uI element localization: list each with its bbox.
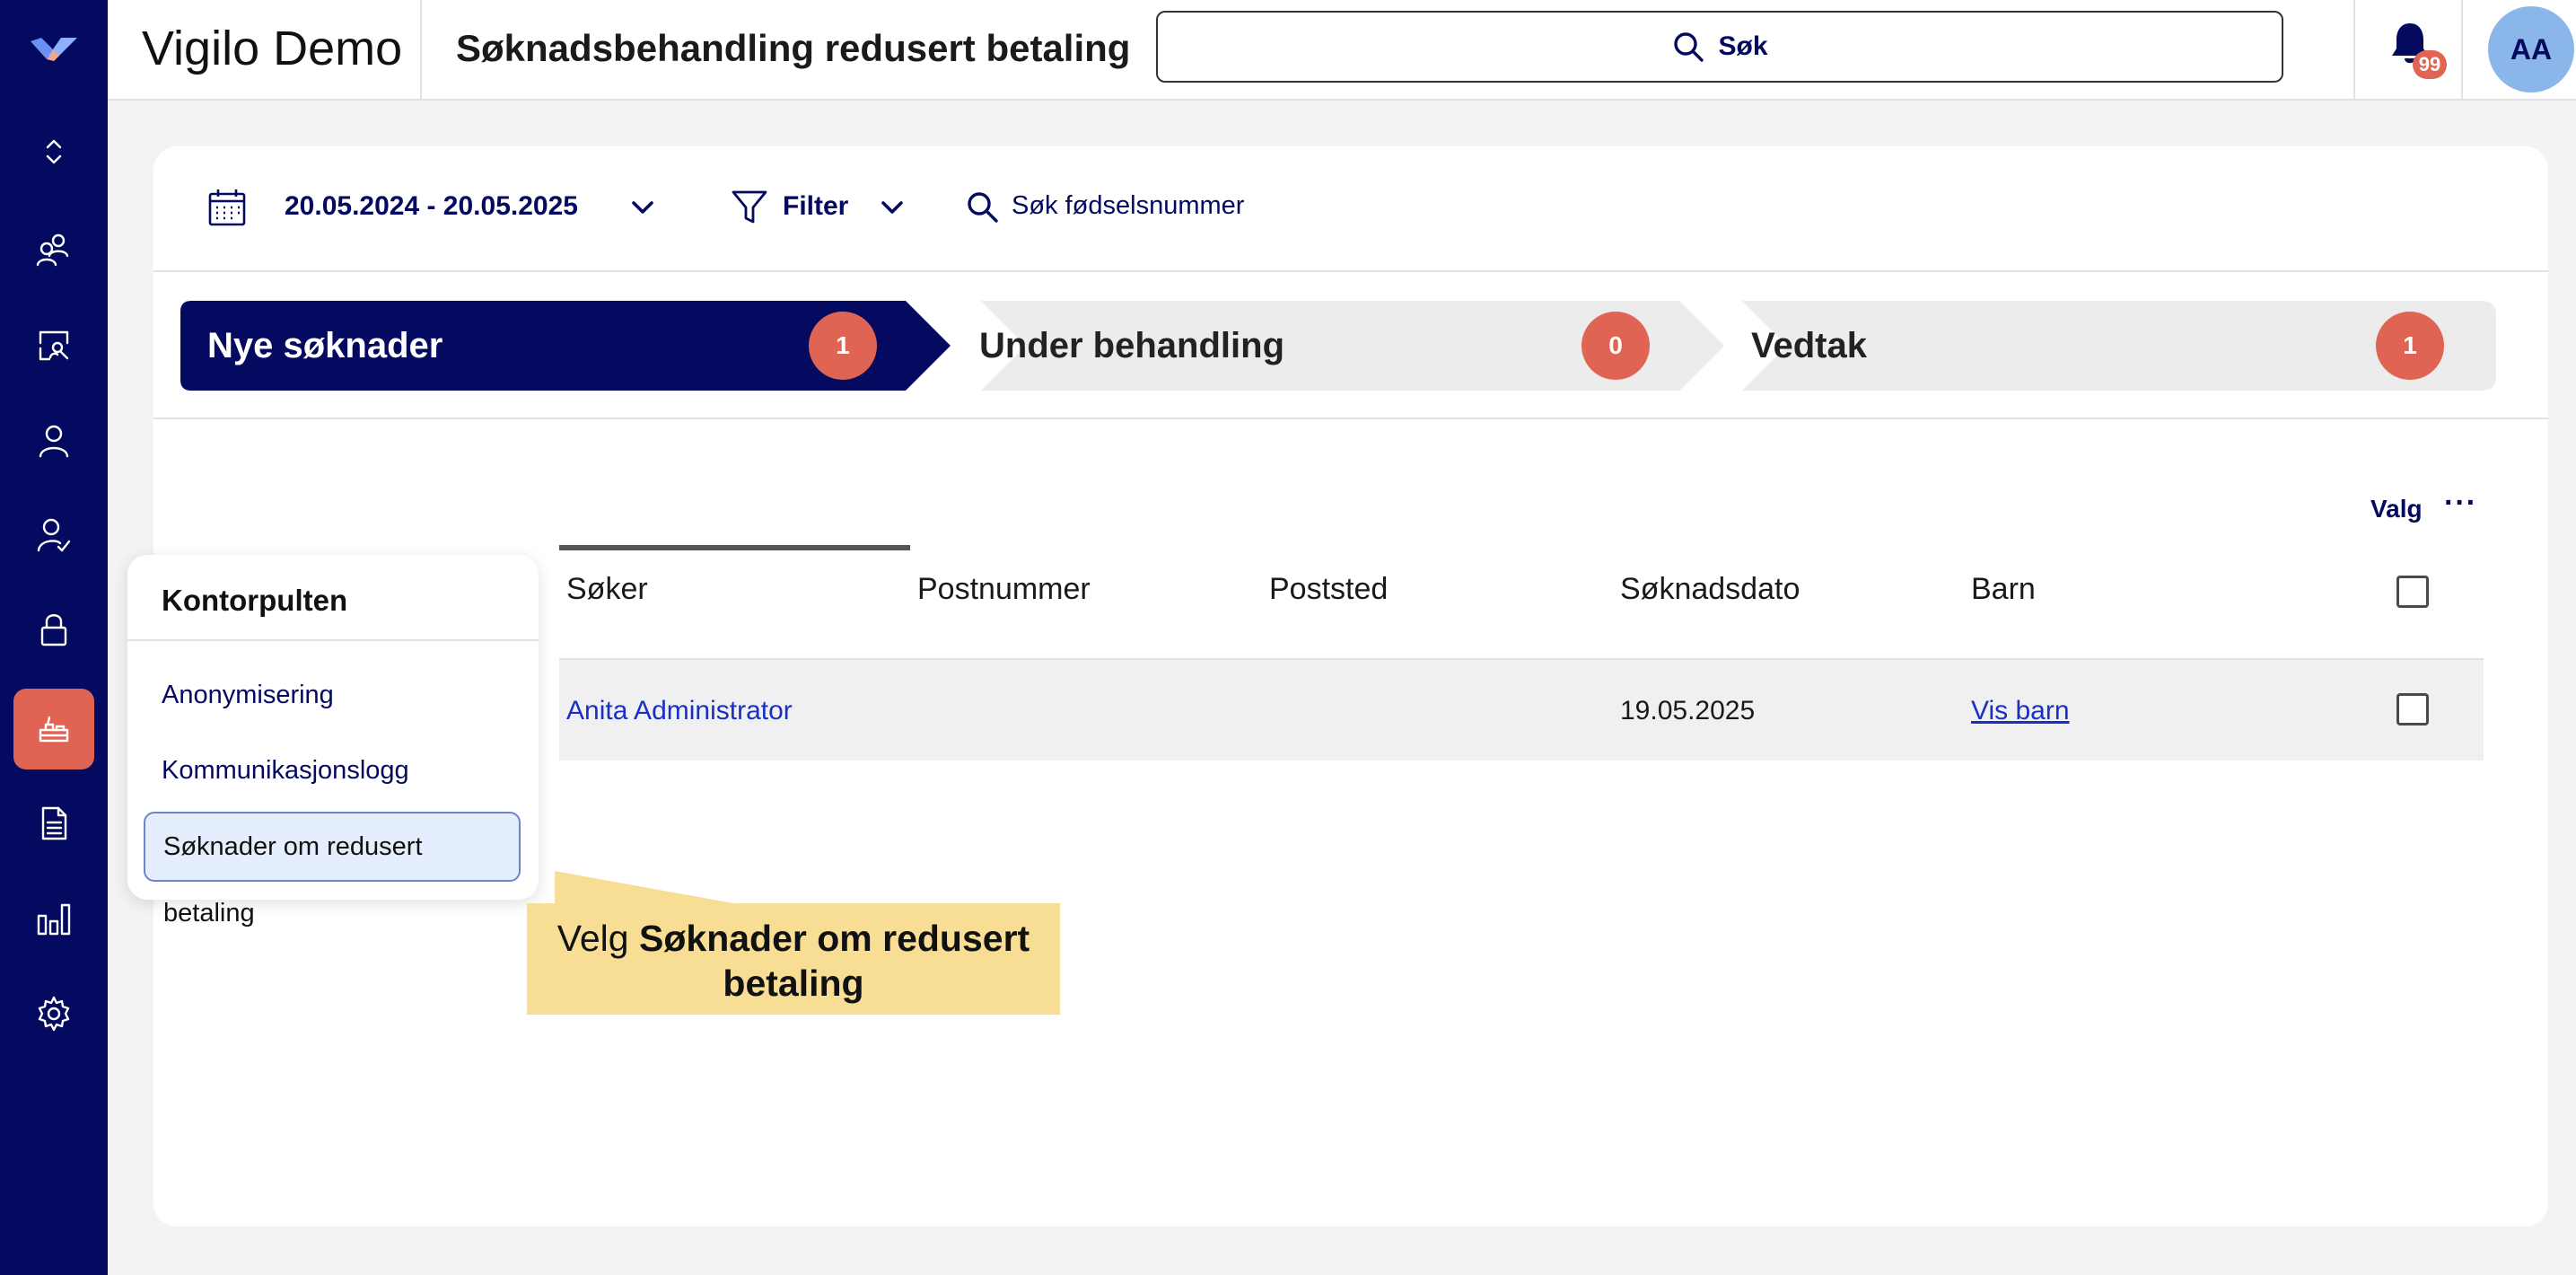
- logo-icon: [31, 38, 77, 61]
- filter-label[interactable]: Filter: [783, 191, 848, 222]
- notification-count-badge: 99: [2413, 50, 2447, 79]
- desk-icon: [39, 716, 69, 743]
- column-header-barn[interactable]: Barn: [1971, 558, 2036, 620]
- callout-pointer: [555, 871, 743, 905]
- callout-prefix: Velg: [556, 918, 639, 959]
- step-under-behandling[interactable]: Under behandling 0: [970, 301, 1742, 391]
- status-steps: Nye søknader 1 Under behandling 0 Vedtak…: [180, 301, 2496, 391]
- column-header-poststed[interactable]: Poststed: [1269, 558, 1388, 620]
- sidebar-item-person-check[interactable]: [13, 495, 94, 576]
- sidebar-item-kontorpulten[interactable]: [13, 689, 94, 769]
- search-icon: [968, 192, 998, 223]
- notifications-button[interactable]: 99: [2388, 20, 2450, 83]
- sidebar-item-person[interactable]: [13, 400, 94, 481]
- sidebar-item-lock[interactable]: [13, 589, 94, 670]
- divider: [127, 639, 539, 641]
- soker-link[interactable]: Anita Administrator: [566, 660, 793, 762]
- divider: [420, 0, 422, 101]
- sidebar-item-documents[interactable]: [13, 783, 94, 864]
- divider: [153, 418, 2548, 419]
- fodselsnummer-search-label[interactable]: Søk fødselsnummer: [1012, 191, 1244, 221]
- calendar-icon: [208, 189, 246, 226]
- filter-dropdown[interactable]: [877, 192, 907, 223]
- step-label: Under behandling: [979, 326, 1284, 365]
- vis-barn-link[interactable]: Vis barn: [1971, 660, 2070, 762]
- date-range-dropdown[interactable]: [627, 192, 658, 223]
- step-vedtak[interactable]: Vedtak 1: [1742, 301, 2496, 391]
- app-title[interactable]: Vigilo Demo: [142, 0, 402, 101]
- column-header-soknadsdato[interactable]: Søknadsdato: [1620, 558, 1800, 620]
- callout-bold: Søknader om redusert betaling: [639, 918, 1030, 1004]
- bar-chart-icon: [37, 903, 71, 936]
- instruction-callout: Velg Søknader om redusert betaling: [527, 903, 1060, 1015]
- more-options-icon[interactable]: ···: [2444, 486, 2477, 521]
- avatar[interactable]: AA: [2488, 6, 2574, 92]
- search-label: Søk: [1718, 31, 1768, 61]
- select-all-checkbox[interactable]: [2396, 576, 2429, 608]
- search-person-icon: [39, 330, 69, 361]
- divider: [2461, 0, 2463, 101]
- collapse-icon: [46, 139, 62, 164]
- menu-title: Kontorpulten: [162, 584, 348, 617]
- sidebar-item-search-person[interactable]: [13, 305, 94, 386]
- menu-item-soknader-redusert-betaling[interactable]: Søknader om redusert betaling: [144, 812, 521, 928]
- global-search-button[interactable]: Søk: [1156, 11, 2283, 83]
- person-check-icon: [37, 518, 71, 552]
- sidebar-item-settings[interactable]: [13, 973, 94, 1054]
- sidebar: [0, 0, 108, 1275]
- filter-button[interactable]: [730, 188, 769, 227]
- step-label: Nye søknader: [207, 326, 443, 365]
- kontorpulten-menu: Kontorpulten Anonymisering Kommunikasjon…: [127, 555, 539, 928]
- chevron-down-icon: [881, 201, 903, 214]
- fodselsnummer-search-button[interactable]: [965, 189, 1001, 225]
- chevron-down-icon: [632, 201, 653, 214]
- step-nye-soknader[interactable]: Nye søknader 1: [180, 301, 952, 391]
- step-count-badge: 1: [2376, 312, 2444, 380]
- date-range-value[interactable]: 20.05.2024 - 20.05.2025: [285, 191, 578, 222]
- sort-indicator: [559, 545, 910, 550]
- filter-row: 20.05.2024 - 20.05.2025 Filter Søk fødse…: [153, 146, 2548, 272]
- menu-item-kommunikasjonslogg[interactable]: Kommunikasjonslogg: [162, 756, 409, 786]
- sidebar-collapse-button[interactable]: [13, 115, 94, 196]
- search-icon: [1674, 32, 1704, 62]
- soknadsdato-cell: 19.05.2025: [1620, 696, 1756, 725]
- calendar-button[interactable]: [206, 186, 249, 229]
- filter-icon: [732, 190, 767, 224]
- document-icon: [41, 806, 67, 840]
- gear-icon: [38, 996, 70, 1032]
- person-icon: [39, 425, 69, 458]
- vigilo-logo[interactable]: [27, 31, 81, 66]
- sidebar-item-statistics[interactable]: [13, 878, 94, 959]
- step-count-badge: 1: [809, 312, 877, 380]
- lock-icon: [40, 614, 67, 646]
- row-checkbox[interactable]: [2396, 693, 2429, 725]
- valg-label[interactable]: Valg: [2370, 495, 2423, 523]
- menu-item-anonymisering[interactable]: Anonymisering: [162, 681, 334, 710]
- sidebar-item-people[interactable]: [13, 209, 94, 290]
- step-count-badge: 0: [1582, 312, 1650, 380]
- step-label: Vedtak: [1751, 326, 1867, 365]
- people-icon: [36, 233, 69, 267]
- page-title: Søknadsbehandling redusert betaling: [456, 27, 1131, 69]
- column-header-postnummer[interactable]: Postnummer: [917, 558, 1091, 620]
- divider: [2353, 0, 2355, 101]
- top-bar: Vigilo Demo Søknadsbehandling redusert b…: [108, 0, 2576, 101]
- table-row[interactable]: Anita Administrator 19.05.2025 Vis barn: [559, 658, 2484, 761]
- column-header-soker[interactable]: Søker: [566, 558, 648, 620]
